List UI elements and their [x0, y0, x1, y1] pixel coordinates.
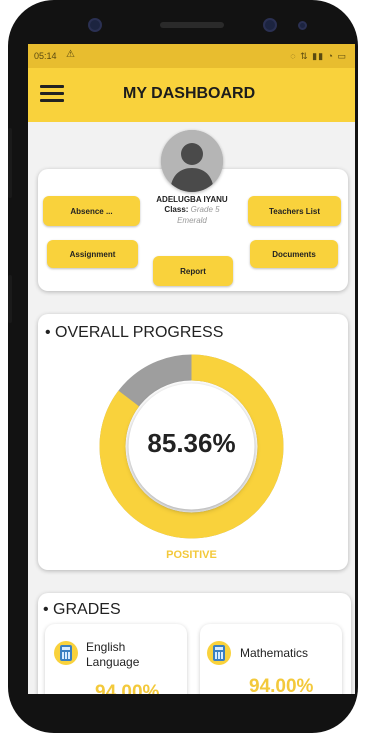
report-button[interactable]: Report [153, 256, 233, 286]
class-label: Class: [164, 205, 189, 214]
grade-card-mathematics[interactable]: Mathematics 94.00% [200, 624, 342, 694]
sensor-dot-icon [298, 21, 307, 30]
earpiece-speaker [160, 22, 224, 28]
teachers-list-button[interactable]: Teachers List [248, 196, 341, 226]
absence-button[interactable]: Absence ... [43, 196, 140, 226]
overall-progress-title: • OVERALL PROGRESS [45, 324, 224, 341]
subject-name: English Language [86, 640, 139, 670]
assignment-button[interactable]: Assignment [47, 240, 138, 268]
subject-line2: Language [86, 655, 140, 669]
status-time: 05:14 [34, 51, 57, 61]
student-name: ADELUGBA IYANU [156, 195, 228, 204]
class-value: Grade 5 [190, 205, 220, 214]
subject-grade: 94.00% [95, 682, 160, 694]
warning-icon: ⚠ [66, 49, 75, 60]
class-value-line2: Emerald [177, 216, 207, 225]
page-title: MY DASHBOARD [123, 85, 256, 102]
calculator-icon [207, 641, 231, 665]
volume-button [8, 128, 12, 198]
student-class: Class: Grade 5 [140, 205, 244, 214]
front-camera-icon [88, 18, 102, 32]
subject-line1: English [86, 640, 126, 654]
avatar[interactable] [161, 130, 223, 192]
app-bar: MY DASHBOARD [28, 68, 355, 122]
progress-status: POSITIVE [166, 549, 217, 561]
hamburger-icon[interactable] [40, 85, 64, 103]
status-icons: ◌ ⇅ ▮▮ ◔ ▭ [290, 51, 347, 61]
subject-name: Mathematics [240, 646, 309, 660]
sensor-icon [263, 18, 277, 32]
app-screen: 05:14 ⚠ ◌ ⇅ ▮▮ ◔ ▭ MY DASHBOARD ADELUGBA… [28, 44, 355, 694]
user-silhouette-icon [161, 130, 223, 192]
grade-card-english[interactable]: English Language 94.00% [45, 624, 187, 694]
progress-percentage: 85.36% [147, 428, 236, 458]
documents-button[interactable]: Documents [250, 240, 338, 268]
grades-title: • GRADES [43, 601, 121, 618]
status-bar: 05:14 ⚠ ◌ ⇅ ▮▮ ◔ ▭ [28, 44, 355, 68]
calculator-icon [54, 641, 78, 665]
power-button [8, 275, 12, 323]
subject-grade: 94.00% [249, 676, 314, 694]
